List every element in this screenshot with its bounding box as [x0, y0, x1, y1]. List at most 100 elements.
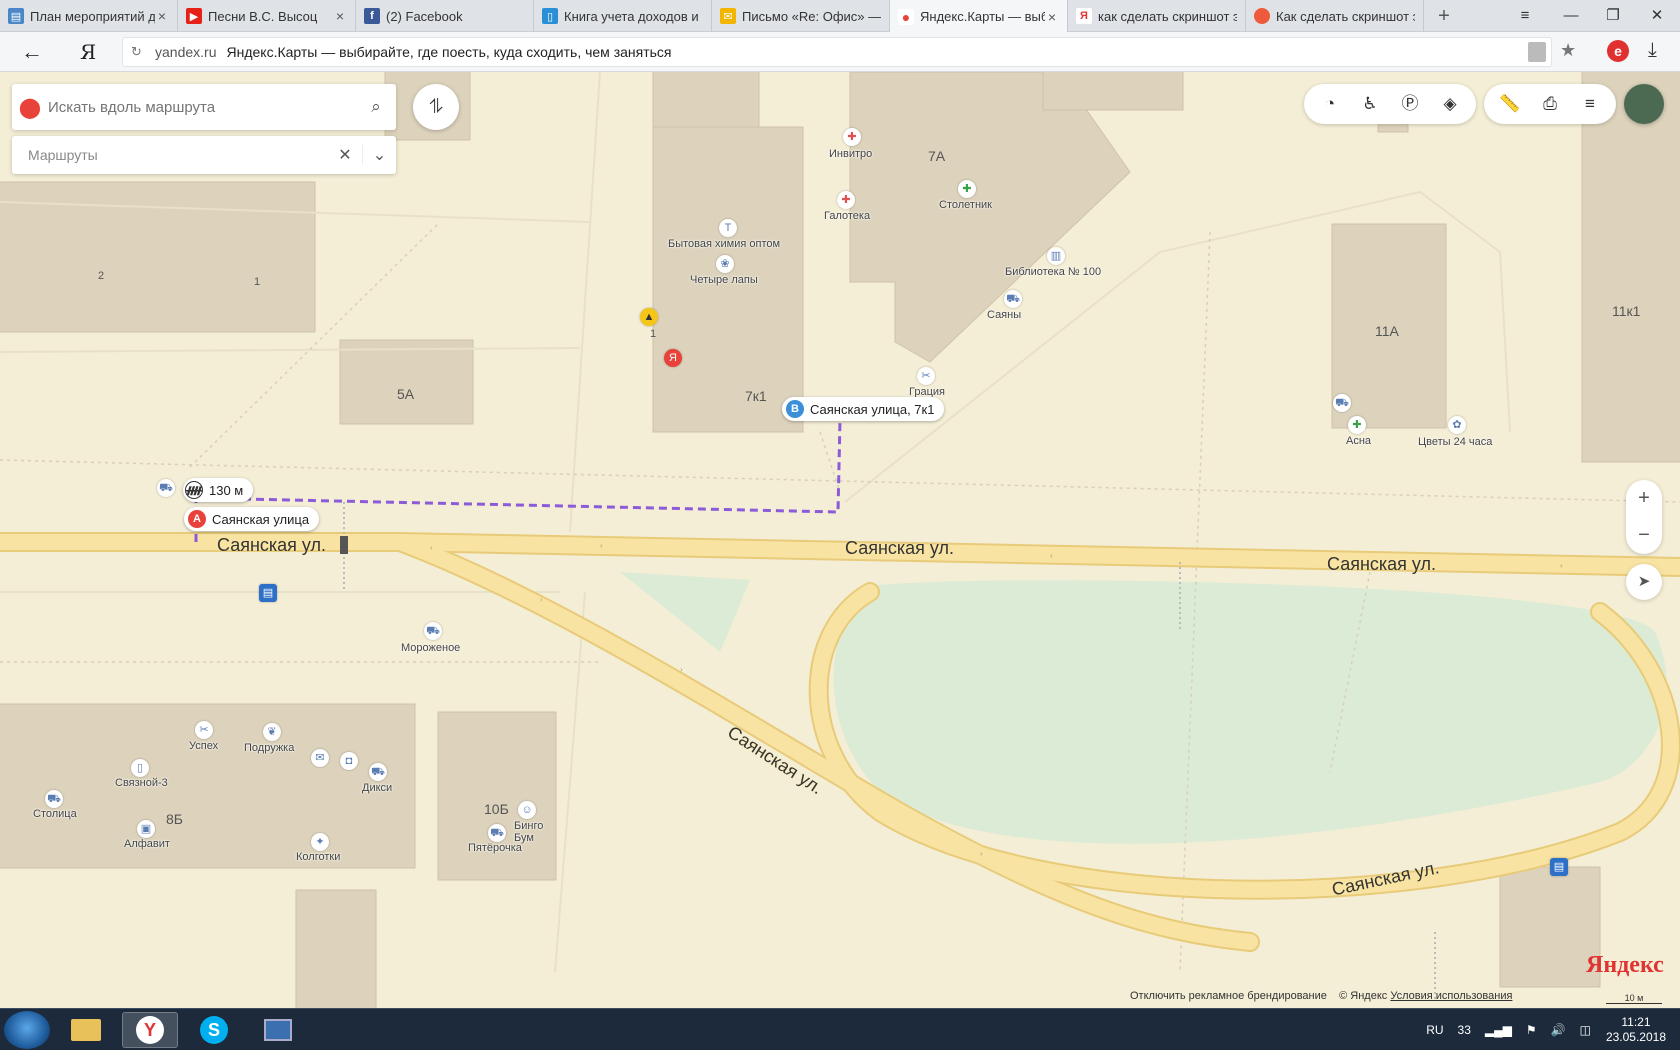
medical-icon[interactable]: ✚: [837, 191, 855, 209]
zoom-in-button[interactable]: +: [1626, 480, 1662, 517]
shop-cart-icon[interactable]: ⛟: [488, 824, 506, 842]
poi-label[interactable]: Успех: [189, 740, 218, 752]
close-icon[interactable]: ✕: [328, 145, 362, 165]
library-icon[interactable]: ▥: [1047, 247, 1065, 265]
ruler-icon[interactable]: 📏: [1490, 84, 1530, 124]
routes-dropdown[interactable]: Маршруты ✕ ⌄: [12, 136, 396, 174]
start-button[interactable]: [4, 1011, 50, 1049]
poi-label[interactable]: Библиотека № 100: [1005, 266, 1101, 278]
refresh-icon[interactable]: ↻: [131, 44, 145, 60]
poi-label[interactable]: Дикси: [362, 782, 392, 794]
poi-label[interactable]: Подружка: [244, 742, 294, 754]
menu-icon[interactable]: ≡: [1570, 84, 1610, 124]
menu-icon[interactable]: ≡: [1512, 4, 1538, 28]
remote-desktop-icon[interactable]: [250, 1012, 306, 1048]
yandex-browser-icon[interactable]: Y: [122, 1012, 178, 1048]
chevron-down-icon[interactable]: ⌄: [362, 145, 396, 165]
poi-label[interactable]: Цветы 24 часа: [1418, 436, 1492, 448]
disable-branding-link[interactable]: Отключить рекламное брендирование: [1130, 990, 1327, 1002]
tab-2[interactable]: f (2) Facebook: [356, 0, 534, 32]
poi-label[interactable]: Пятёрочка: [468, 842, 522, 854]
minimize-icon[interactable]: —: [1558, 4, 1584, 28]
pharmacy-icon[interactable]: ✚: [1348, 416, 1366, 434]
poi-label[interactable]: Мороженое: [401, 642, 460, 654]
avatar[interactable]: [1624, 84, 1664, 124]
shop-cart-icon[interactable]: ⛟: [369, 763, 387, 781]
file-explorer-icon[interactable]: [58, 1012, 114, 1048]
battery-indicator[interactable]: 33: [1458, 1023, 1471, 1037]
restore-icon[interactable]: ❐: [1600, 4, 1626, 28]
shopping-bag-icon[interactable]: ▣: [137, 820, 155, 838]
network-icon[interactable]: ◫: [1580, 1023, 1591, 1037]
poi-label[interactable]: Бинго Бум: [514, 820, 550, 844]
mail-poi-icon[interactable]: ✉: [311, 749, 329, 767]
zoom-out-button[interactable]: −: [1626, 517, 1662, 554]
map-canvas[interactable]: ‹ ‹ ‹ ‹ ‹ ‹ › › › 7А 5А 7к1 11А 11к1 8Б 10Б 2 …: [0, 72, 1680, 1008]
walk-distance-marker[interactable]: ᚎ 130 м: [183, 478, 254, 502]
entertainment-icon[interactable]: ☺: [518, 801, 536, 819]
shop-cart-icon[interactable]: ⛟: [1333, 394, 1351, 412]
close-tab-icon[interactable]: ×: [1045, 9, 1059, 25]
flower-icon[interactable]: ✿: [1448, 416, 1466, 434]
skype-icon[interactable]: S: [186, 1012, 242, 1048]
shop-cart-icon[interactable]: ⛟: [424, 622, 442, 640]
close-window-icon[interactable]: ✕: [1644, 4, 1670, 28]
tab-1[interactable]: ▶ Песни В.С. Высоц ×: [178, 0, 356, 32]
print-icon[interactable]: ⎙: [1530, 84, 1570, 124]
language-indicator[interactable]: RU: [1426, 1023, 1443, 1037]
route-button[interactable]: ⥮: [413, 84, 459, 130]
url-field[interactable]: ↻ yandex.ru Яндекс.Карты — выбирайте, гд…: [122, 37, 1552, 67]
clothes-icon[interactable]: ✦: [311, 833, 329, 851]
tab-6[interactable]: Я как сделать скриншот э: [1068, 0, 1246, 32]
extension-icon[interactable]: [1528, 42, 1546, 62]
poi-label[interactable]: Столица: [33, 808, 77, 820]
poi-label[interactable]: Четыре лапы: [690, 274, 758, 286]
poi-label[interactable]: Бытовая химия оптом: [668, 238, 780, 250]
search-input[interactable]: [48, 98, 356, 116]
close-tab-icon[interactable]: ×: [155, 8, 169, 24]
atm-icon[interactable]: ◘: [340, 752, 358, 770]
barber-icon[interactable]: ✂: [917, 367, 935, 385]
parking-icon[interactable]: Ⓟ: [1390, 84, 1430, 124]
yandex-poi-icon[interactable]: Я: [664, 349, 682, 367]
bookmark-star-icon[interactable]: ★: [1560, 40, 1576, 61]
search-box[interactable]: ⬤ ⌕: [12, 84, 396, 130]
bank-icon[interactable]: ▲: [640, 308, 658, 326]
hardware-icon[interactable]: T: [719, 219, 737, 237]
barber-icon[interactable]: ✂: [195, 721, 213, 739]
medical-icon[interactable]: ✚: [843, 128, 861, 146]
signal-icon[interactable]: ▂▄▆: [1485, 1023, 1512, 1037]
volume-icon[interactable]: 🔊: [1551, 1023, 1566, 1037]
shop-cart-icon[interactable]: ⛟: [1004, 290, 1022, 308]
yandex-logo-button[interactable]: Я: [80, 40, 96, 64]
tab-0[interactable]: ▤ План мероприятий для ×: [0, 0, 178, 32]
back-icon[interactable]: ←: [18, 38, 46, 66]
tab-7[interactable]: Как сделать скриншот э: [1246, 0, 1424, 32]
geolocation-icon[interactable]: ➤: [1626, 564, 1662, 600]
traffic-icon[interactable]: ◔: [1310, 84, 1350, 124]
route-point-b[interactable]: B Саянская улица, 7к1: [782, 397, 945, 421]
adblock-icon[interactable]: e: [1607, 40, 1629, 62]
pet-shop-icon[interactable]: ❀: [716, 255, 734, 273]
flag-icon[interactable]: ⚑: [1526, 1023, 1537, 1037]
bus-stop-icon[interactable]: ▤: [1550, 858, 1568, 876]
panorama-icon[interactable]: ♿: [1350, 84, 1390, 124]
download-icon[interactable]: ⤓: [1648, 39, 1657, 62]
search-icon[interactable]: ⌕: [356, 97, 396, 117]
terms-link[interactable]: Условия использования: [1390, 990, 1512, 1002]
poi-label[interactable]: Алфавит: [124, 838, 170, 850]
layers-icon[interactable]: ◈: [1430, 84, 1470, 124]
tab-3[interactable]: ▯ Книга учета доходов и р: [534, 0, 712, 32]
close-tab-icon[interactable]: ×: [333, 8, 347, 24]
poi-label[interactable]: Саяны: [987, 309, 1021, 321]
route-point-a[interactable]: A Саянская улица: [184, 507, 320, 531]
poi-label[interactable]: Столетник: [939, 199, 992, 211]
clock[interactable]: 11:21 23.05.2018: [1606, 1015, 1666, 1045]
cosmetics-icon[interactable]: ❦: [263, 723, 281, 741]
tab-5-active[interactable]: ● Яндекс.Карты — выб ×: [890, 0, 1068, 33]
shop-cart-icon[interactable]: ⛟: [45, 790, 63, 808]
new-tab-button[interactable]: +: [1432, 4, 1456, 28]
poi-label[interactable]: Асна: [1346, 435, 1371, 447]
shop-cart-icon[interactable]: ⛟: [157, 479, 175, 497]
pharmacy-icon[interactable]: ✚: [958, 180, 976, 198]
